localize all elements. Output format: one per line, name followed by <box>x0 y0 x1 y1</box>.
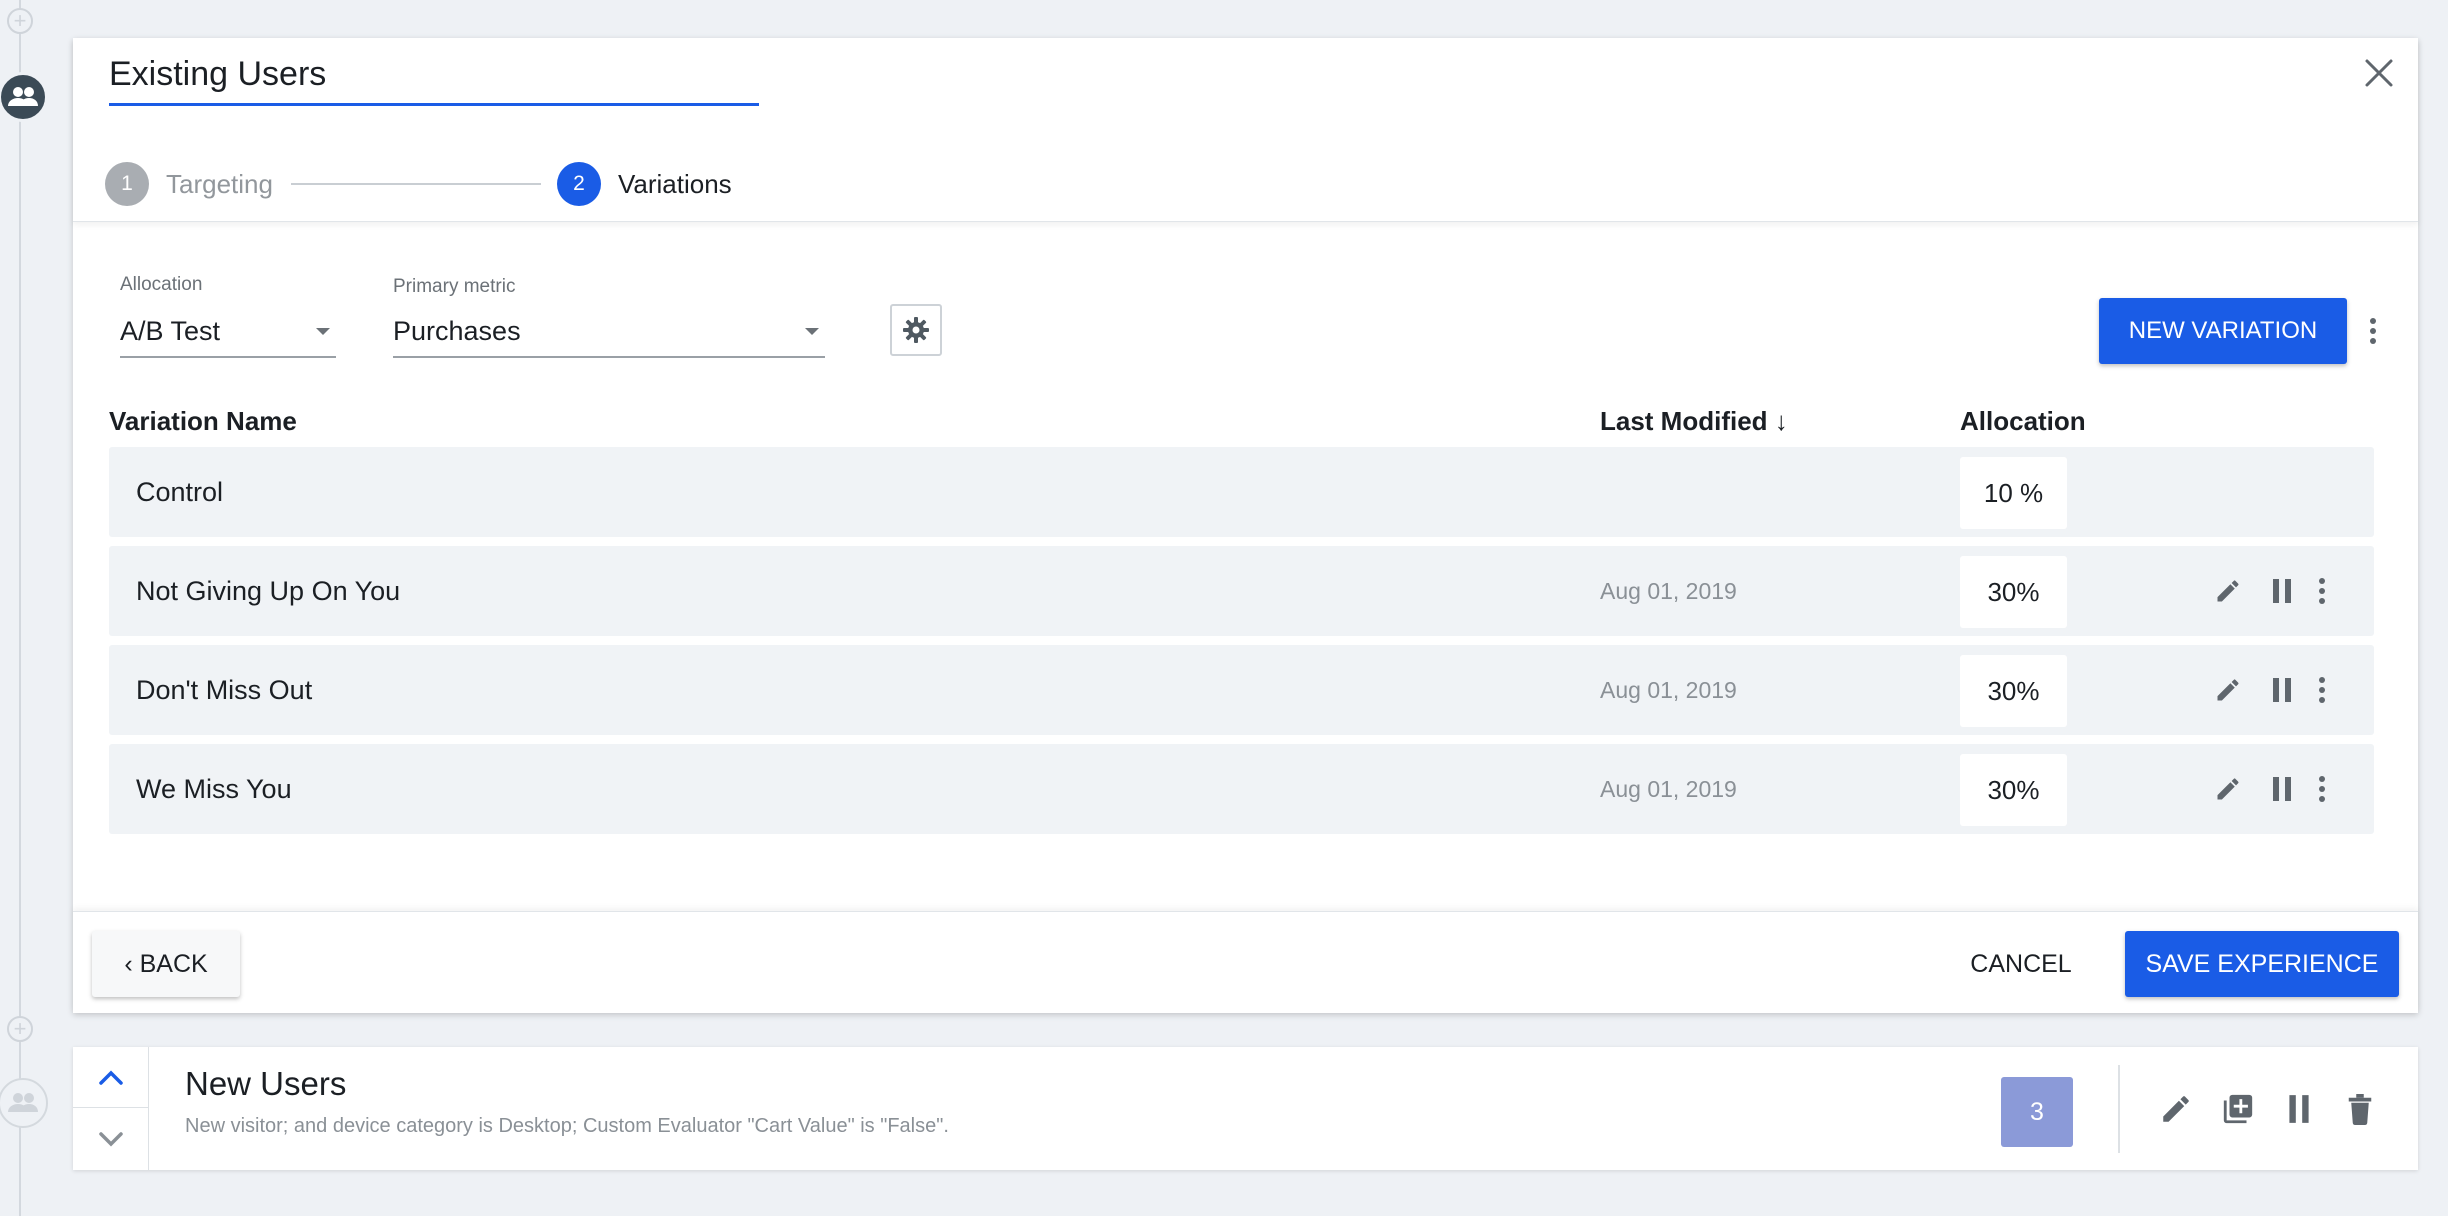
allocation-input[interactable]: 10 % <box>1960 457 2067 529</box>
experience-targeting-description: New visitor; and device category is Desk… <box>185 1115 949 1137</box>
pencil-icon[interactable] <box>2157 1090 2195 1128</box>
add-experience-icon[interactable]: + <box>7 1016 33 1042</box>
audience-users-icon <box>0 1078 48 1128</box>
more-vertical-icon[interactable] <box>2312 575 2332 607</box>
step-number-targeting[interactable]: 1 <box>105 162 149 206</box>
table-row[interactable]: Not Giving Up On You Aug 01, 2019 30% <box>109 546 2374 636</box>
table-row[interactable]: Don't Miss Out Aug 01, 2019 30% <box>109 645 2374 735</box>
step-connector <box>290 183 541 185</box>
variation-name: Control <box>136 476 224 507</box>
allocation-label: Allocation <box>120 274 203 295</box>
table-row[interactable]: We Miss You Aug 01, 2019 30% <box>109 744 2374 834</box>
divider <box>2118 1065 2120 1153</box>
primary-metric-select[interactable]: Purchases <box>393 306 825 358</box>
table-row[interactable]: Control 10 % <box>109 447 2374 537</box>
variation-count-badge[interactable]: 3 <box>2001 1077 2073 1147</box>
experience-title: New Users <box>185 1065 347 1102</box>
audience-users-icon <box>0 72 48 122</box>
last-modified-label: Last Modified <box>1600 406 1768 436</box>
column-header-last-modified[interactable]: Last Modified ↓ <box>1600 406 1788 437</box>
pause-icon[interactable] <box>2266 773 2298 805</box>
add-experience-icon[interactable]: + <box>7 8 33 34</box>
pencil-icon[interactable] <box>2212 674 2244 706</box>
editor-body: Allocation A/B Test Primary metric Purch… <box>73 222 2418 949</box>
experience-editor-card: 1 Targeting 2 Variations Allocation A/B … <box>73 38 2418 1013</box>
chevron-down-icon <box>805 328 819 335</box>
back-label: BACK <box>139 949 208 978</box>
allocation-input[interactable]: 30% <box>1960 754 2067 826</box>
pause-icon[interactable] <box>2280 1090 2318 1128</box>
step-label-variations[interactable]: Variations <box>618 169 732 200</box>
editor-footer: ‹ BACK CANCEL SAVE EXPERIENCE <box>73 911 2418 1013</box>
allocation-input[interactable]: 30% <box>1960 655 2067 727</box>
back-button[interactable]: ‹ BACK <box>92 931 240 997</box>
step-number-variations[interactable]: 2 <box>556 162 601 206</box>
editor-header: 1 Targeting 2 Variations <box>73 38 2418 222</box>
chevron-left-icon: ‹ <box>124 949 133 978</box>
gear-icon[interactable] <box>890 304 942 356</box>
save-experience-button[interactable]: SAVE EXPERIENCE <box>2125 931 2399 997</box>
chevron-down-icon <box>316 328 330 335</box>
chevron-up-icon[interactable] <box>73 1047 148 1108</box>
pause-icon[interactable] <box>2266 674 2298 706</box>
more-vertical-icon[interactable] <box>2312 773 2332 805</box>
new-variation-button[interactable]: NEW VARIATION <box>2099 298 2347 364</box>
variation-last-modified: Aug 01, 2019 <box>1600 676 1737 703</box>
duplicate-icon[interactable] <box>2219 1090 2257 1128</box>
trash-icon[interactable] <box>2341 1090 2379 1128</box>
stepper: 1 Targeting 2 Variations <box>105 162 732 206</box>
column-header-allocation: Allocation <box>1960 406 2086 436</box>
reorder-controls <box>73 1047 149 1170</box>
variation-name: We Miss You <box>136 773 292 804</box>
more-vertical-icon[interactable] <box>2312 674 2332 706</box>
pencil-icon[interactable] <box>2212 575 2244 607</box>
primary-metric-value: Purchases <box>393 315 521 346</box>
more-vertical-icon[interactable] <box>2363 314 2383 348</box>
pause-icon[interactable] <box>2266 575 2298 607</box>
sort-arrow-icon: ↓ <box>1774 406 1788 436</box>
variation-last-modified: Aug 01, 2019 <box>1600 775 1737 802</box>
experience-card-collapsed[interactable]: New Users New visitor; and device catego… <box>73 1047 2418 1170</box>
column-header-variation-name: Variation Name <box>109 406 297 436</box>
variation-name: Not Giving Up On You <box>136 575 401 606</box>
primary-metric-label: Primary metric <box>393 276 516 297</box>
step-label-targeting[interactable]: Targeting <box>166 169 273 200</box>
chevron-down-icon[interactable] <box>73 1109 148 1170</box>
allocation-value: A/B Test <box>120 315 221 346</box>
experience-name-input[interactable] <box>109 54 759 106</box>
variation-name: Don't Miss Out <box>136 674 313 705</box>
allocation-select[interactable]: A/B Test <box>120 306 336 358</box>
variation-last-modified: Aug 01, 2019 <box>1600 577 1737 604</box>
close-icon[interactable] <box>2358 52 2400 94</box>
allocation-input[interactable]: 30% <box>1960 556 2067 628</box>
cancel-button[interactable]: CANCEL <box>1943 931 2099 997</box>
pencil-icon[interactable] <box>2212 773 2244 805</box>
